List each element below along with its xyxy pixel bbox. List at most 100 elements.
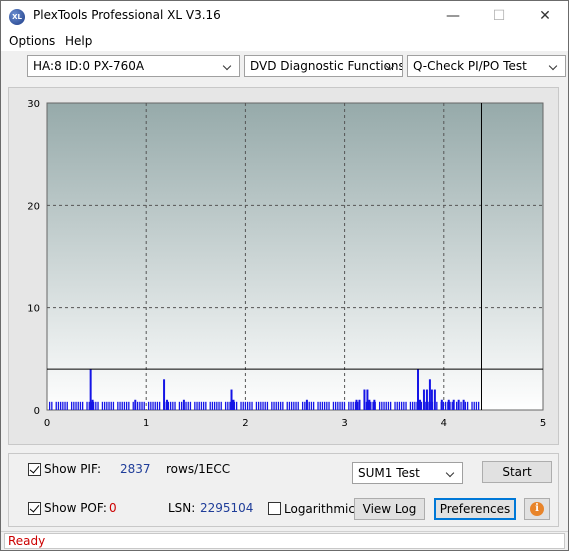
menu-help[interactable]: Help: [65, 34, 92, 48]
baseline-bar: [174, 401, 176, 410]
baseline-bar: [293, 401, 295, 410]
baseline-bar: [255, 401, 258, 410]
baseline-bar: [264, 401, 266, 410]
x-tick-label: 5: [540, 418, 546, 429]
baseline-bar: [383, 401, 385, 410]
test-select-value: Q-Check PI/PO Test: [413, 59, 527, 73]
show-pif-label: Show PIF:: [44, 462, 101, 476]
pif-bar: [440, 399, 443, 410]
baseline-bar: [455, 401, 458, 410]
pif-bar: [428, 379, 431, 410]
close-button[interactable]: ✕: [522, 1, 568, 31]
baseline-bar: [444, 401, 447, 410]
baseline-bar: [244, 401, 247, 410]
baseline-bar: [143, 401, 145, 410]
baseline-bar: [251, 401, 253, 410]
baseline-bar: [475, 401, 478, 410]
baseline-bar: [108, 401, 110, 410]
baseline-bar: [218, 401, 220, 410]
drive-select-value: HA:8 ID:0 PX-760A: [33, 59, 145, 73]
pif-bar: [230, 389, 233, 410]
baseline-bar: [387, 401, 390, 410]
maximize-button[interactable]: ☐: [476, 1, 522, 31]
pif-bar: [355, 399, 358, 410]
pif-bar: [134, 399, 137, 410]
baseline-bar: [119, 401, 121, 410]
baseline-bar: [57, 401, 60, 410]
baseline-bar: [141, 401, 143, 410]
baseline-bar: [414, 401, 416, 410]
pif-bar: [433, 389, 436, 410]
rows-label: rows/1ECC: [166, 462, 231, 476]
baseline-bar: [59, 401, 62, 410]
show-pof-checkbox[interactable]: [28, 502, 41, 515]
baseline-bar: [196, 401, 198, 410]
baseline-bar: [139, 401, 141, 410]
logarithmic-label: Logarithmic: [284, 502, 355, 516]
logarithmic-checkbox[interactable]: [268, 502, 281, 515]
baseline-bar: [66, 401, 68, 410]
baseline-bar: [75, 401, 77, 410]
baseline-bar: [169, 401, 172, 410]
baseline-bar: [240, 401, 242, 410]
y-tick-label: 10: [27, 304, 40, 315]
x-tick-label: 0: [44, 418, 50, 429]
test-select[interactable]: Q-Check PI/PO Test: [407, 55, 566, 77]
function-select[interactable]: DVD Diagnostic Functions: [244, 55, 403, 77]
baseline-bar: [471, 401, 473, 410]
baseline-bar: [136, 401, 139, 410]
app-logo-icon: XL: [9, 9, 25, 25]
preferences-button[interactable]: Preferences: [434, 498, 516, 520]
show-pif-checkbox[interactable]: [28, 463, 41, 476]
baseline-bar: [202, 401, 205, 410]
baseline-bar: [152, 401, 154, 410]
start-button[interactable]: Start: [482, 461, 552, 483]
y-tick-label: 30: [27, 99, 40, 110]
baseline-bar: [198, 401, 200, 410]
view-log-button[interactable]: View Log: [354, 498, 425, 520]
baseline-bar: [246, 401, 249, 410]
baseline-bar: [308, 401, 310, 410]
info-icon: i: [530, 502, 544, 516]
baseline-bar: [411, 401, 414, 410]
baseline-bar: [282, 401, 284, 410]
menu-bar: Options Help: [1, 31, 568, 51]
baseline-bar: [70, 401, 73, 410]
baseline-bar: [178, 401, 181, 410]
baseline-bar: [339, 401, 341, 410]
baseline-bar: [398, 401, 401, 410]
baseline-bar: [79, 401, 82, 410]
baseline-bar: [55, 401, 57, 410]
minimize-button[interactable]: —: [430, 1, 476, 31]
baseline-bar: [389, 401, 392, 410]
baseline-bar: [216, 401, 218, 410]
pif-bar: [417, 369, 420, 410]
pif-bar: [89, 369, 92, 410]
pif-bar: [368, 399, 371, 410]
baseline-bar: [112, 401, 115, 410]
baseline-bar: [158, 401, 161, 410]
baseline-bar: [317, 401, 319, 410]
controls-panel: Show PIF: 2837 rows/1ECC Show POF: 0 LSN…: [8, 453, 559, 527]
baseline-bar: [279, 401, 282, 410]
info-button[interactable]: i: [524, 498, 550, 520]
pif-bar: [91, 399, 94, 410]
pif-bar: [166, 399, 169, 410]
baseline-bar: [286, 401, 288, 410]
menu-options[interactable]: Options: [9, 34, 55, 48]
baseline-bar: [396, 401, 398, 410]
sum-test-value: SUM1 Test: [358, 466, 420, 480]
baseline-bar: [326, 401, 328, 410]
lsn-value: 2295104: [200, 501, 254, 515]
pif-bar: [373, 399, 376, 410]
baseline-bar: [352, 401, 354, 410]
sum-test-select[interactable]: SUM1 Test: [352, 462, 463, 484]
baseline-bar: [473, 401, 475, 410]
title-bar: XL PlexTools Professional XL V3.16 — ☐ ✕: [1, 1, 568, 31]
x-tick-label: 3: [341, 418, 347, 429]
baseline-bar: [304, 401, 306, 410]
chevron-down-icon: [444, 463, 458, 483]
drive-select[interactable]: HA:8 ID:0 PX-760A: [27, 55, 240, 77]
pif-value: 2837: [120, 462, 151, 476]
baseline-bar: [62, 401, 64, 410]
